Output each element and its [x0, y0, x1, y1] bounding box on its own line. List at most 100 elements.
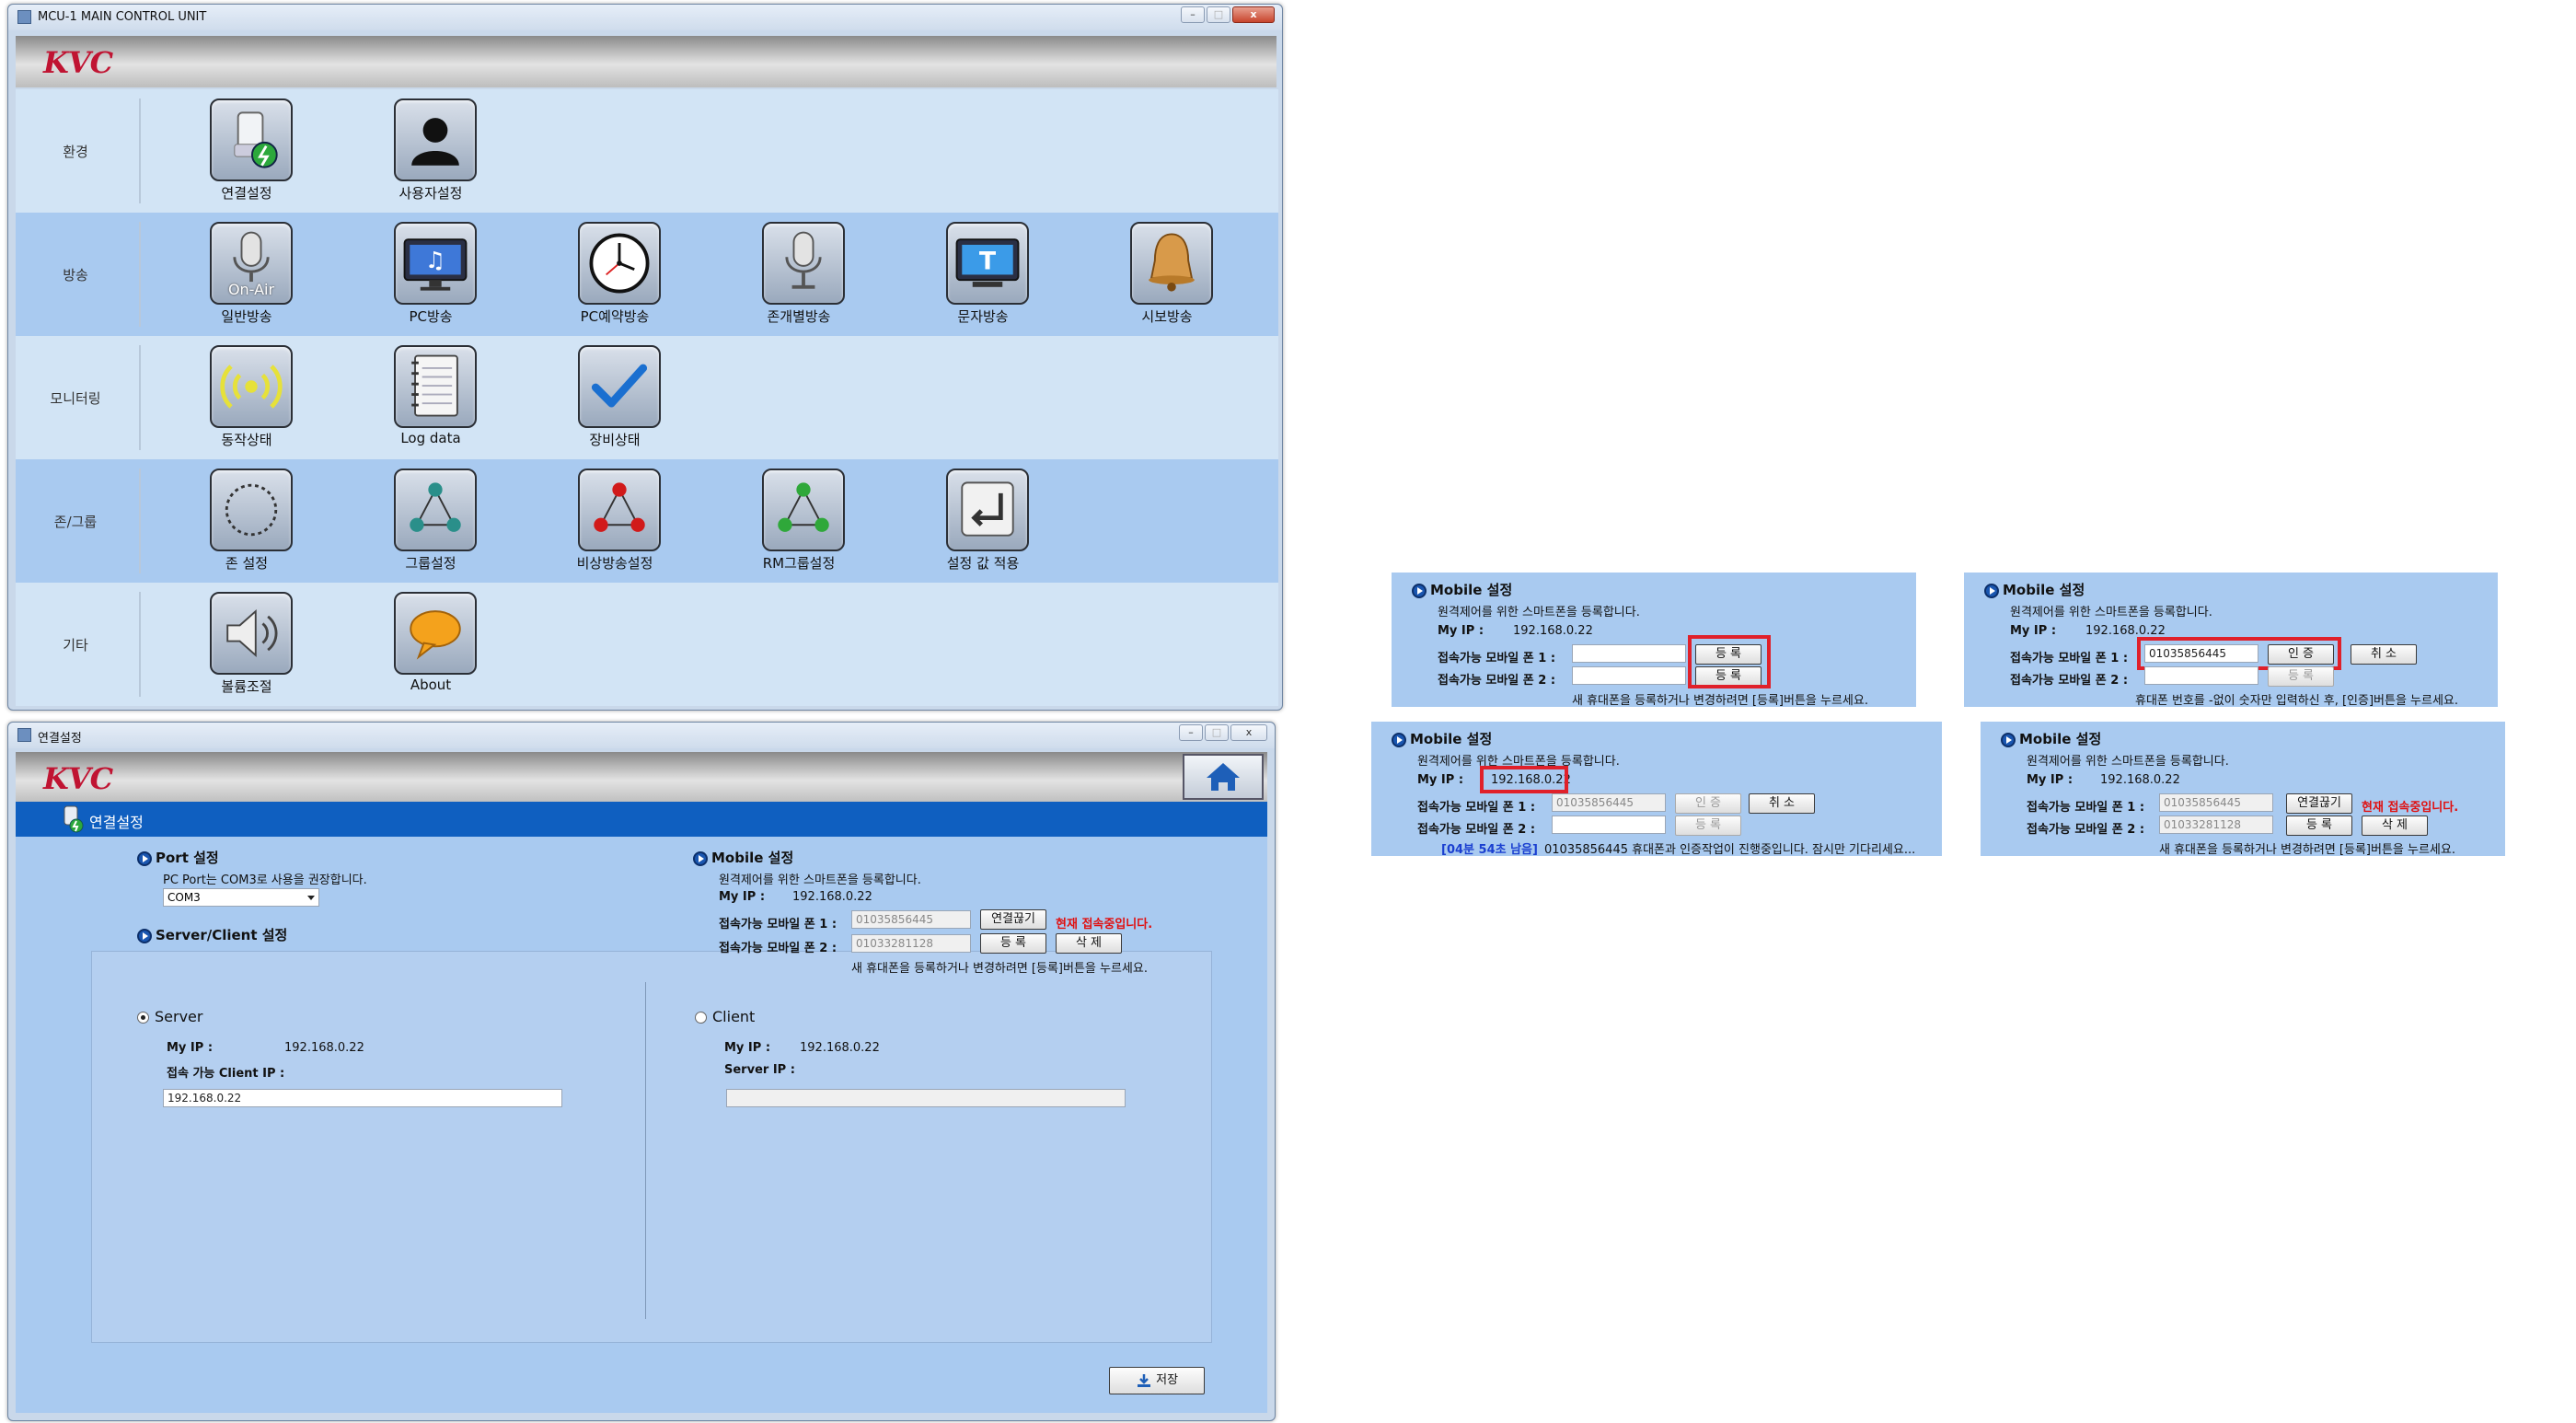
menu-tile[interactable]: PC예약방송	[546, 213, 684, 336]
connection-settings-icon	[210, 98, 293, 181]
clock-icon	[578, 222, 661, 305]
menu-row-divider	[139, 222, 141, 327]
maximize-button[interactable]: □	[1205, 724, 1229, 741]
menu-tile-label: 문자방송	[957, 308, 1009, 325]
menu-tile[interactable]: About	[362, 583, 500, 706]
microphone-on-air-icon: On-Air	[210, 222, 293, 305]
snippet-footer: 새 휴대폰을 등록하거나 변경하려면 [등록]버튼을 누르세요.	[2159, 843, 2455, 857]
maximize-button[interactable]: □	[1207, 6, 1230, 23]
app-icon	[17, 728, 31, 742]
menu-row: 방송 On-Air 일반방송 ♫ PC방송 PC예약방송 존개별방송 T 문자방송 시보방송	[16, 213, 1278, 336]
menu-tile[interactable]: 장비상태	[546, 336, 684, 459]
snippet-cancel-button[interactable]: 취 소	[2351, 644, 2417, 665]
highlight-box	[1688, 635, 1771, 688]
snippet-auth-footer: 휴대폰 번호를 -없이 숫자만 입력하신 후, [인증]버튼을 누르세요.	[2135, 694, 2459, 708]
menu-tile[interactable]: Log data	[362, 336, 500, 459]
delete-button[interactable]: 삭 제	[1056, 933, 1122, 954]
snippet-phone2-input[interactable]: 01033281128	[2159, 816, 2273, 834]
mobile-my-ip-label: My IP :	[719, 890, 766, 904]
menu-tile[interactable]: RM그룹설정	[730, 459, 868, 583]
snippet-phone2-label: 접속가능 모바일 폰 2 :	[1438, 674, 1556, 688]
menu-tile-label: 존개별방송	[767, 308, 831, 325]
speech-bubble-icon	[394, 592, 477, 675]
snippet-desc: 원격제어를 위한 스마트폰을 등록합니다.	[1438, 606, 1640, 619]
client-ip-label: 접속 가능 Client IP :	[167, 1067, 285, 1081]
phone1-input[interactable]: 01035856445	[851, 910, 971, 929]
snippet-title: Mobile 설정	[1984, 580, 2085, 599]
server-ip-input[interactable]	[726, 1089, 1126, 1107]
main-titlebar: MCU-1 MAIN CONTROL UNIT – □ x	[8, 5, 1282, 30]
snippet-phone1-input[interactable]	[1572, 644, 1686, 663]
snippet-phone1-input[interactable]: 01035856445	[2159, 793, 2273, 812]
menu-row: 존/그룹 존 설정 그룹설정 비상방송설정 RM그룹설정 설정 값 적용	[16, 459, 1278, 583]
menu-tile[interactable]: 시보방송	[1098, 213, 1236, 336]
minimize-button[interactable]: –	[1179, 724, 1203, 741]
main-window: MCU-1 MAIN CONTROL UNIT – □ x KVC 환경 연결설정…	[7, 4, 1283, 711]
menu-tile[interactable]: 동작상태	[178, 336, 316, 459]
menu-tile-label: 비상방송설정	[576, 555, 653, 572]
menu-tile-label: 일반방송	[221, 308, 272, 325]
home-button[interactable]	[1183, 754, 1264, 800]
snippet-delete-button[interactable]: 삭 제	[2362, 816, 2428, 836]
menu-tile-label: 그룹설정	[405, 555, 456, 572]
register-button[interactable]: 등 록	[980, 933, 1046, 954]
minimize-button[interactable]: –	[1181, 6, 1205, 23]
phone2-input[interactable]: 01033281128	[851, 934, 971, 953]
settings-window-title: 연결설정	[38, 732, 82, 746]
notebook-icon	[394, 345, 477, 428]
snippet-my-ip: 192.168.0.22	[2085, 624, 2166, 638]
menu-tile[interactable]: On-Air 일반방송	[178, 213, 316, 336]
menu-tile[interactable]: 연결설정	[178, 89, 316, 213]
snippet-disconnect-button[interactable]: 연결끊기	[2286, 793, 2352, 814]
checkmark-icon	[578, 345, 661, 428]
menu-row: 기타 볼륨조절 About	[16, 583, 1278, 706]
snippet-phone1-input[interactable]: 01035856445	[1552, 793, 1666, 812]
highlight-box	[2137, 637, 2341, 670]
section-bullet-icon	[2001, 732, 2016, 747]
client-radio[interactable]: Client	[695, 1008, 755, 1025]
section-bullet-icon	[137, 928, 152, 943]
close-button[interactable]: x	[1232, 6, 1275, 23]
server-radio[interactable]: Server	[137, 1008, 202, 1025]
snippet-my-ip-label: My IP :	[1438, 624, 1484, 638]
client-ip-input[interactable]: 192.168.0.22	[163, 1089, 562, 1107]
menu-tile-label: About	[410, 677, 452, 693]
menu-tile[interactable]: 존개별방송	[730, 213, 868, 336]
menu-tile[interactable]: 볼륨조절	[178, 583, 316, 706]
close-button[interactable]: x	[1230, 724, 1267, 741]
snippet-phone2-input[interactable]	[1572, 666, 1686, 685]
phone2-label: 접속가능 모바일 폰 2 :	[719, 942, 837, 955]
snippet-register-button[interactable]: 등 록	[1675, 816, 1741, 836]
menu-tile[interactable]: 존 설정	[178, 459, 316, 583]
port-select[interactable]: COM3	[163, 888, 319, 907]
snippet-phone2-input[interactable]	[2144, 666, 2258, 685]
section-bullet-icon	[693, 850, 708, 866]
snippet-phone1-label: 접속가능 모바일 폰 1 :	[2027, 801, 2145, 815]
menu-tile[interactable]: 비상방송설정	[546, 459, 684, 583]
snippet-register-button[interactable]: 등 록	[2268, 666, 2334, 687]
snippet-cancel-button[interactable]: 취 소	[1749, 793, 1815, 814]
snippet-auth-button[interactable]: 인 증	[1675, 793, 1741, 814]
client-my-ip: 192.168.0.22	[800, 1041, 880, 1055]
menu-tile-label: RM그룹설정	[762, 555, 836, 572]
menu-tile-label: 존 설정	[225, 555, 269, 572]
snippet-phone2-label: 접속가능 모바일 폰 2 :	[2010, 674, 2129, 688]
snippet-register-button[interactable]: 등 록	[2286, 816, 2352, 836]
snippet-phone2-input[interactable]	[1552, 816, 1666, 834]
menu-tile-label: PC예약방송	[580, 308, 650, 325]
menu-tile[interactable]: 사용자설정	[362, 89, 500, 213]
menu-tile-label: 동작상태	[221, 432, 272, 448]
svg-text:♫: ♫	[425, 247, 445, 273]
menu-tile[interactable]: T 문자방송	[914, 213, 1052, 336]
menu-tile-label: 장비상태	[589, 432, 641, 448]
menu-tile[interactable]: 그룹설정	[362, 459, 500, 583]
disconnect-button[interactable]: 연결끊기	[980, 909, 1046, 930]
snippet-countdown: [04분 54초 남음]	[1441, 843, 1538, 857]
snippet-my-ip-label: My IP :	[2010, 624, 2057, 638]
highlight-box	[1480, 766, 1568, 793]
server-my-ip: 192.168.0.22	[284, 1041, 364, 1055]
menu-tile[interactable]: 설정 값 적용	[914, 459, 1052, 583]
menu-tile[interactable]: ♫ PC방송	[362, 213, 500, 336]
save-button[interactable]: 저장	[1109, 1367, 1205, 1394]
server-client-section-title: Server/Client 설정	[137, 925, 287, 944]
